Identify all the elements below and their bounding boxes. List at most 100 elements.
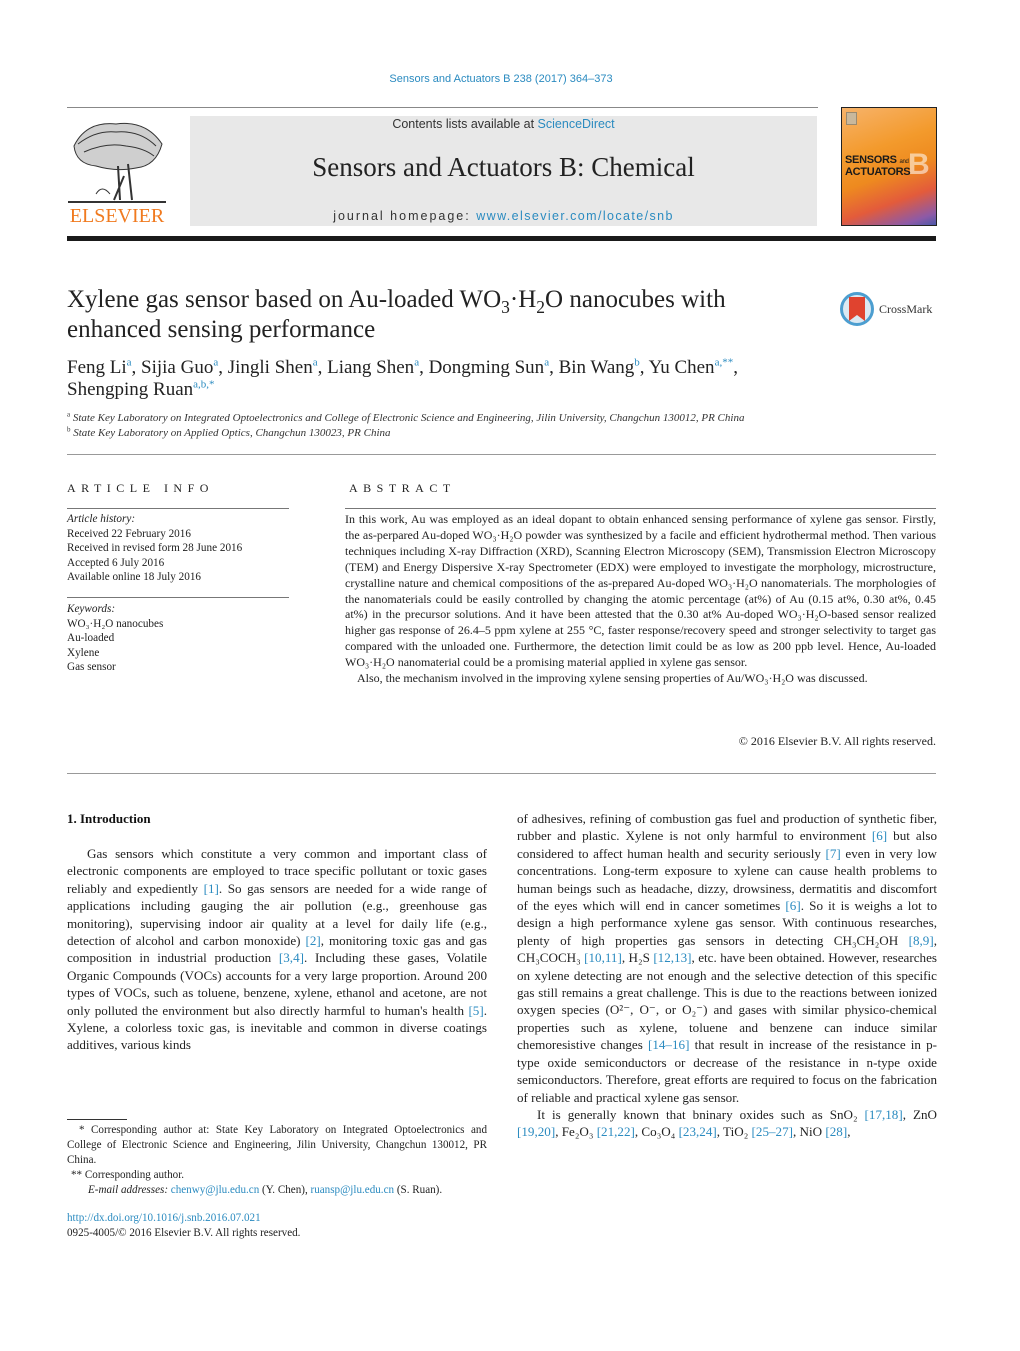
author-affiliation-marker[interactable]: b: [634, 357, 640, 369]
body-column-right: of adhesives, refining of combustion gas…: [517, 810, 937, 1141]
cover-letter: B: [908, 148, 930, 181]
doi-link[interactable]: http://dx.doi.org/10.1016/j.snb.2016.07.…: [67, 1212, 261, 1224]
author-name[interactable]: Sijia Guo: [141, 357, 213, 378]
header-thick-divider: [67, 236, 936, 241]
citation-link[interactable]: [7]: [826, 846, 841, 861]
keyword-item: WO₃·H₂O nanocubes: [67, 617, 164, 630]
author-name[interactable]: Bin Wang: [559, 357, 635, 378]
abstract-heading: ABSTRACT: [349, 481, 456, 495]
author-name[interactable]: Shengping Ruan: [67, 379, 193, 400]
abstract-paragraph: Also, the mechanism involved in the impr…: [357, 671, 868, 686]
keyword-item: Xylene: [67, 646, 100, 659]
elsevier-tree-icon: [68, 122, 166, 203]
email-link-ruan[interactable]: ruansp@jlu.edu.cn: [311, 1184, 395, 1196]
footnote-divider: [67, 1119, 127, 1120]
email-link-chen[interactable]: chenwy@jlu.edu.cn: [171, 1184, 259, 1196]
author-name[interactable]: Dongming Sun: [429, 357, 545, 378]
header-divider: [67, 107, 818, 108]
homepage-line: journal homepage: www.elsevier.com/locat…: [190, 209, 817, 223]
affiliation: b State Key Laboratory on Applied Optics…: [67, 426, 867, 441]
citation-link[interactable]: [1]: [204, 881, 219, 896]
elsevier-wordmark: ELSEVIER: [69, 205, 165, 227]
email-owner-chen: (Y. Chen),: [259, 1184, 311, 1196]
article-history-list: Received 22 February 2016 Received in rev…: [67, 527, 297, 585]
author-name[interactable]: Feng Li: [67, 357, 127, 378]
author-affiliation-marker[interactable]: a: [213, 357, 218, 369]
author-affiliation-marker[interactable]: a: [313, 357, 318, 369]
journal-homepage-link[interactable]: www.elsevier.com/locate/snb: [476, 209, 674, 223]
abstract-divider: [345, 508, 936, 509]
citation-link[interactable]: [6]: [785, 898, 800, 913]
doi-block: http://dx.doi.org/10.1016/j.snb.2016.07.…: [67, 1211, 487, 1241]
citation-link[interactable]: [3,4]: [279, 950, 304, 965]
article-info-divider: [67, 508, 289, 509]
email-label: E-mail addresses:: [88, 1184, 171, 1196]
journal-cover-thumbnail[interactable]: B SENSORS and ACTUATORS: [841, 107, 937, 226]
citation-link[interactable]: [19,20]: [517, 1124, 555, 1139]
sciencedirect-link[interactable]: ScienceDirect: [538, 117, 615, 131]
author-list: Feng Lia, Sijia Guoa, Jingli Shena, Lian…: [67, 356, 738, 400]
author-name[interactable]: Jingli Shen: [228, 357, 313, 378]
history-item: Accepted 6 July 2016: [67, 556, 165, 569]
homepage-prefix: journal homepage:: [333, 209, 477, 223]
history-item: Received 22 February 2016: [67, 527, 191, 540]
journal-title: Sensors and Actuators B: Chemical: [312, 152, 695, 182]
abstract-text: In this work, Au was employed as an idea…: [345, 512, 936, 687]
affiliation-list: a State Key Laboratory on Integrated Opt…: [67, 411, 867, 441]
contents-prefix: Contents lists available at: [392, 117, 538, 131]
citation-link[interactable]: [2]: [305, 933, 320, 948]
citation-link[interactable]: [6]: [872, 828, 887, 843]
citation-link[interactable]: [12,13]: [653, 950, 691, 965]
abstract-paragraph: In this work, Au was employed as an idea…: [345, 512, 936, 670]
author-name[interactable]: Liang Shen: [327, 357, 414, 378]
citation-link[interactable]: [28]: [825, 1124, 847, 1139]
journal-header-band: Contents lists available at ScienceDirec…: [190, 116, 817, 226]
author-affiliation-marker[interactable]: a,b,*: [193, 379, 214, 391]
abstract-copyright: © 2016 Elsevier B.V. All rights reserved…: [738, 734, 936, 748]
journal-citation-link[interactable]: Sensors and Actuators B 238 (2017) 364–3…: [0, 73, 1002, 85]
citation-link[interactable]: [25–27]: [752, 1124, 793, 1139]
footnote-emails: E-mail addresses: chenwy@jlu.edu.cn (Y. …: [67, 1183, 487, 1198]
keywords-block: Keywords: WO₃·H₂O nanocubes Au-loaded Xyle…: [67, 602, 297, 675]
author-affiliation-marker[interactable]: a: [414, 357, 419, 369]
citation-link[interactable]: [21,22]: [597, 1124, 635, 1139]
citation-link[interactable]: [10,11]: [584, 950, 622, 965]
body-paragraph: It is generally known that bninary oxide…: [517, 1106, 937, 1140]
keywords-label: Keywords:: [67, 603, 116, 615]
author-affiliation-marker[interactable]: a,**: [715, 357, 734, 369]
history-item: Available online 18 July 2016: [67, 571, 202, 583]
section-heading-introduction: 1. Introduction: [67, 811, 151, 826]
citation-link[interactable]: [8,9]: [909, 933, 934, 948]
abstract-end-divider: [67, 773, 936, 774]
body-column-left: Gas sensors which constitute a very comm…: [67, 845, 487, 1054]
article-history: Article history: Received 22 February 20…: [67, 512, 297, 585]
paper-title: Xylene gas sensor based on Au-loaded WO3…: [67, 286, 726, 343]
affiliation: a State Key Laboratory on Integrated Opt…: [67, 411, 867, 426]
email-owner-ruan: (S. Ruan).: [394, 1184, 443, 1196]
crossmark-label: CrossMark: [879, 302, 933, 316]
history-item: Received in revised form 28 June 2016: [67, 542, 243, 554]
elsevier-logo[interactable]: ELSEVIER: [66, 116, 168, 228]
article-info-heading: ARTICLE INFO: [67, 481, 214, 495]
cover-title-line2: ACTUATORS: [845, 166, 911, 178]
author-affiliation-marker[interactable]: a: [127, 357, 132, 369]
cover-elsevier-badge-icon: [846, 112, 857, 125]
footnote-corresponding-1: * Corresponding author at: State Key Lab…: [67, 1124, 487, 1166]
issn-copyright: 0925-4005/© 2016 Elsevier B.V. All right…: [67, 1227, 301, 1239]
cover-title-line1: SENSORS and: [845, 154, 909, 166]
keyword-item: Au-loaded: [67, 632, 115, 644]
body-paragraph: Gas sensors which constitute a very comm…: [67, 846, 487, 1053]
citation-link[interactable]: [23,24]: [679, 1124, 717, 1139]
body-paragraph: of adhesives, refining of combustion gas…: [517, 811, 937, 1105]
citation-link[interactable]: [5]: [468, 1003, 483, 1018]
footnotes: * Corresponding author at: State Key Lab…: [67, 1123, 487, 1198]
affiliation-text: State Key Laboratory on Integrated Optoe…: [70, 412, 745, 424]
article-history-label: Article history:: [67, 513, 136, 525]
crossmark-button[interactable]: CrossMark: [840, 292, 940, 328]
citation-link[interactable]: [14–16]: [648, 1037, 689, 1052]
keywords-divider: [67, 597, 289, 598]
author-name[interactable]: Yu Chen: [649, 357, 715, 378]
contents-line: Contents lists available at ScienceDirec…: [190, 117, 817, 131]
author-affiliation-marker[interactable]: a: [544, 357, 549, 369]
citation-link[interactable]: [17,18]: [865, 1107, 903, 1122]
